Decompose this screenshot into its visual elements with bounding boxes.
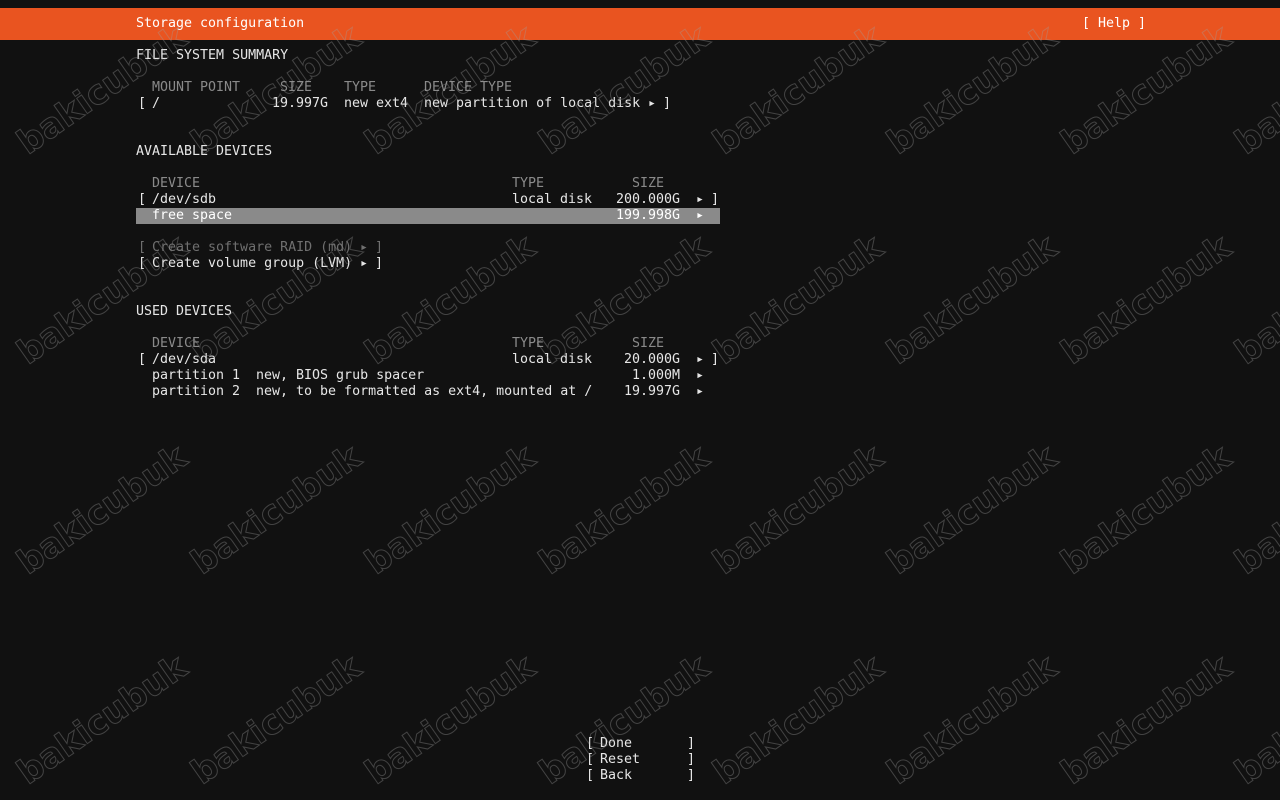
arrow-right-icon: ▸ <box>360 256 369 271</box>
partition-name: partition 1 <box>152 368 241 383</box>
watermark-text: bakicubuk <box>880 646 1065 793</box>
bracket-close: ] <box>687 752 696 767</box>
bracket-open: [ <box>138 192 147 207</box>
watermark-text: bakicubuk <box>1054 436 1239 583</box>
arrow-right-icon: ▸ <box>696 368 705 383</box>
fs-device-type: new partition of local disk <box>424 96 641 111</box>
watermark-text: bakicubuk <box>532 226 717 373</box>
bracket-close: ] <box>687 736 696 751</box>
watermark-text: bakicubuk <box>358 646 543 793</box>
title-bar: Storage configuration [ Help ] <box>0 8 1280 40</box>
fs-mount: / <box>152 96 161 111</box>
arrow-right-icon: ▸ <box>696 384 705 399</box>
watermark-text: bakicubuk <box>1054 226 1239 373</box>
watermark-text: bakicubuk <box>358 436 543 583</box>
bracket-open: [ <box>586 736 595 751</box>
fs-summary-heading: FILE SYSTEM SUMMARY <box>136 48 289 63</box>
page-title: Storage configuration <box>136 16 305 31</box>
watermark-text: bakicubuk <box>10 646 195 793</box>
bracket-open: [ <box>586 768 595 783</box>
back-label: Back <box>600 768 633 783</box>
bracket-open: [ <box>138 352 147 367</box>
arrow-right-icon: ▸ <box>360 240 369 255</box>
available-heading: AVAILABLE DEVICES <box>136 144 273 159</box>
watermark-text: bakicubuk <box>706 226 891 373</box>
partition-name: partition 2 <box>152 384 241 399</box>
bracket-close: ] <box>663 96 672 111</box>
top-strip <box>0 0 1280 8</box>
free-space-label: free space <box>152 208 233 223</box>
watermark-text: bakicubuk <box>1228 436 1280 583</box>
device-type: local disk <box>512 192 593 207</box>
device-name: /dev/sda <box>152 352 217 367</box>
create-lvm-label: Create volume group (LVM) <box>152 256 353 271</box>
watermark-layer: bakicubuk bakicubuk bakicubuk bakicubuk baki… <box>0 0 1280 800</box>
col-device: DEVICE <box>152 336 201 351</box>
arrow-right-icon: ▸ <box>696 352 705 367</box>
fs-size: 19.997G <box>272 96 329 111</box>
watermark-text: bakicubuk <box>1054 646 1239 793</box>
col-type: TYPE <box>344 80 377 95</box>
watermark-text: bakicubuk <box>1228 646 1280 793</box>
free-space-row[interactable]: free space 199.998G ▸ <box>136 208 720 224</box>
col-size: SIZE <box>632 176 665 191</box>
watermark-text: bakicubuk <box>880 436 1065 583</box>
watermark-text: bakicubuk <box>706 436 891 583</box>
col-device: DEVICE <box>152 176 201 191</box>
bracket-open: [ <box>138 96 147 111</box>
bracket-close: ] <box>375 240 384 255</box>
help-button[interactable]: [ Help ] <box>1082 16 1146 31</box>
bracket-close: ] <box>375 256 384 271</box>
col-mount-point: MOUNT POINT <box>152 80 241 95</box>
watermark-text: bakicubuk <box>706 646 891 793</box>
col-type: TYPE <box>512 336 545 351</box>
partition-size: 1.000M <box>632 368 681 383</box>
done-label: Done <box>600 736 633 751</box>
arrow-right-icon: ▸ <box>696 208 705 223</box>
bracket-close: ] <box>687 768 696 783</box>
partition-desc: new, BIOS grub spacer <box>256 368 425 383</box>
watermark-text: bakicubuk <box>532 436 717 583</box>
fs-type: new ext4 <box>344 96 409 111</box>
watermark-text: bakicubuk <box>1228 226 1280 373</box>
create-raid-label: Create software RAID (md) <box>152 240 353 255</box>
partition-size: 19.997G <box>624 384 681 399</box>
device-size: 200.000G <box>616 192 681 207</box>
partition-desc: new, to be formatted as ext4, mounted at… <box>256 384 593 399</box>
col-device-type: DEVICE TYPE <box>424 80 513 95</box>
bracket-open: [ <box>138 240 147 255</box>
device-name: /dev/sdb <box>152 192 217 207</box>
col-size: SIZE <box>632 336 665 351</box>
bracket-open: [ <box>138 256 147 271</box>
bracket-close: ] <box>711 352 720 367</box>
device-size: 20.000G <box>624 352 681 367</box>
watermark-text: bakicubuk <box>184 646 369 793</box>
arrow-right-icon: ▸ <box>648 96 657 111</box>
col-size: SIZE <box>280 80 313 95</box>
watermark-text: bakicubuk <box>10 436 195 583</box>
reset-label: Reset <box>600 752 641 767</box>
watermark-text: bakicubuk <box>880 226 1065 373</box>
used-heading: USED DEVICES <box>136 304 233 319</box>
free-space-size: 199.998G <box>616 208 681 223</box>
bracket-close: ] <box>711 192 720 207</box>
col-type: TYPE <box>512 176 545 191</box>
bracket-open: [ <box>586 752 595 767</box>
arrow-right-icon: ▸ <box>696 192 705 207</box>
device-type: local disk <box>512 352 593 367</box>
watermark-text: bakicubuk <box>184 436 369 583</box>
